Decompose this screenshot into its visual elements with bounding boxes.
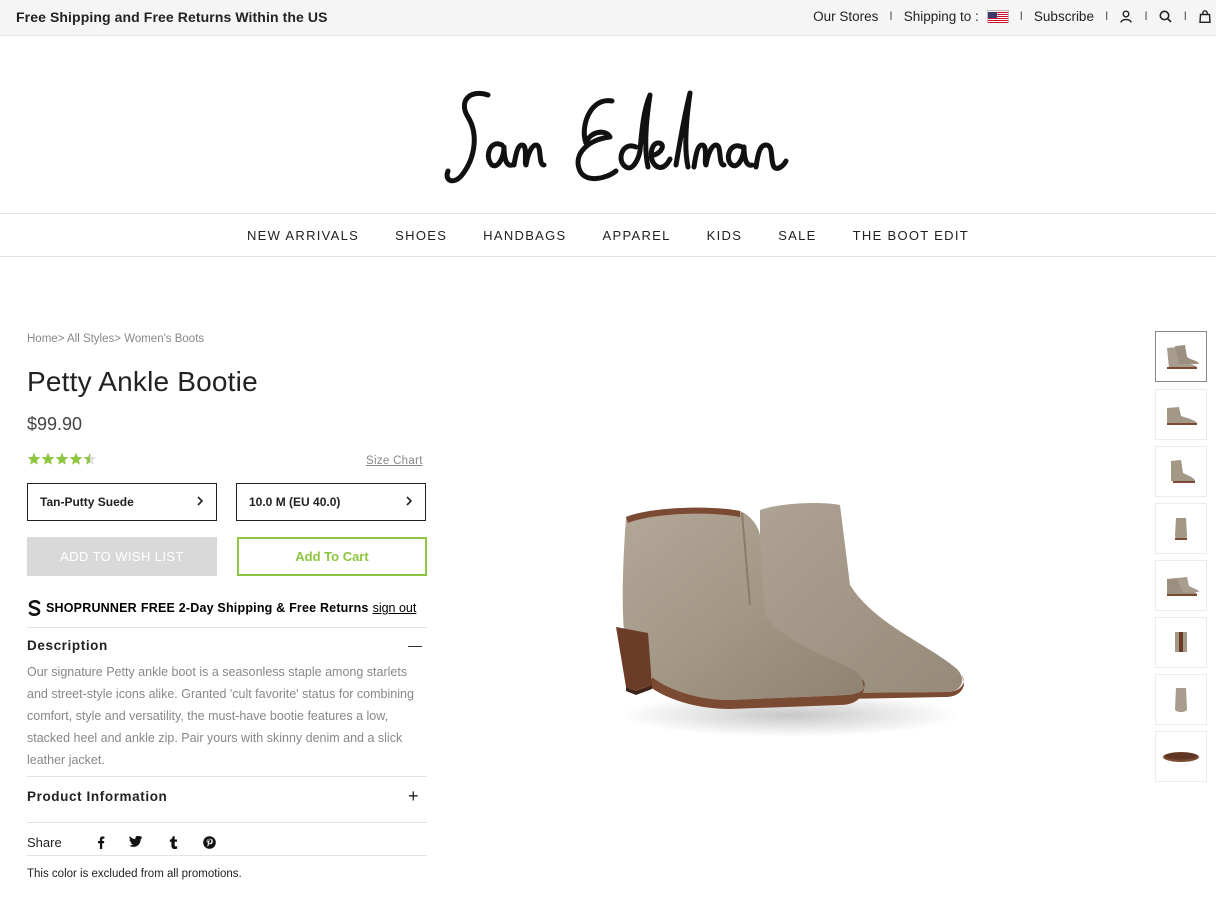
nav-sale[interactable]: SALE — [778, 228, 816, 243]
thumbnail-2[interactable] — [1155, 389, 1207, 440]
separator: I — [1019, 9, 1023, 23]
nav-shoes[interactable]: SHOES — [395, 228, 447, 243]
twitter-icon[interactable] — [129, 835, 143, 849]
nav-apparel[interactable]: APPAREL — [603, 228, 671, 243]
shipping-to-label: Shipping to : — [903, 8, 979, 24]
add-to-wish-list-button[interactable]: ADD TO WISH LIST — [27, 537, 217, 576]
thumbnail-1[interactable] — [1155, 331, 1207, 382]
chevron-right-icon — [405, 495, 413, 510]
brand-logo[interactable] — [440, 87, 790, 197]
collapse-icon[interactable]: — — [408, 637, 422, 653]
description-heading[interactable]: Description — [27, 638, 108, 653]
facebook-icon[interactable] — [94, 835, 108, 849]
nav-the-boot-edit[interactable]: THE BOOT EDIT — [853, 228, 969, 243]
nav-new-arrivals[interactable]: NEW ARRIVALS — [247, 228, 359, 243]
star-icon — [27, 452, 41, 466]
separator: I — [1144, 9, 1148, 23]
divider — [27, 855, 427, 856]
breadcrumb-womens-boots[interactable]: Women's Boots — [124, 333, 204, 345]
share-label: Share — [27, 835, 62, 850]
top-bar: Free Shipping and Free Returns Within th… — [0, 0, 1216, 36]
color-selector-value: Tan-Putty Suede — [40, 495, 134, 509]
thumbnail-3[interactable] — [1155, 446, 1207, 497]
separator: I — [1183, 9, 1187, 23]
header-logo-area — [0, 37, 1216, 214]
account-icon[interactable] — [1119, 8, 1133, 24]
star-icon — [83, 452, 97, 466]
breadcrumb-home[interactable]: Home — [27, 333, 58, 345]
shoprunner-banner: SHOPRUNNER FREE 2-Day Shipping & Free Re… — [27, 599, 416, 617]
color-selector[interactable]: Tan-Putty Suede — [27, 483, 217, 521]
add-to-cart-button[interactable]: Add To Cart — [237, 537, 427, 576]
search-icon[interactable] — [1159, 8, 1173, 24]
nav-kids[interactable]: KIDS — [707, 228, 743, 243]
promo-banner: Free Shipping and Free Returns Within th… — [16, 9, 328, 25]
main-navigation: NEW ARRIVALS SHOES HANDBAGS APPAREL KIDS… — [0, 215, 1216, 257]
breadcrumb-all-styles[interactable]: All Styles — [67, 333, 114, 345]
divider — [27, 627, 427, 628]
divider — [27, 776, 427, 777]
star-icon — [69, 452, 83, 466]
nav-handbags[interactable]: HANDBAGS — [483, 228, 566, 243]
shoprunner-sign-out-link[interactable]: sign out — [373, 601, 417, 615]
thumbnail-7[interactable] — [1155, 674, 1207, 725]
shoprunner-logo-icon — [27, 599, 42, 617]
size-selector-value: 10.0 M (EU 40.0) — [249, 495, 341, 509]
thumbnail-4[interactable] — [1155, 503, 1207, 554]
separator: I — [889, 9, 893, 23]
expand-icon[interactable]: + — [408, 786, 419, 807]
pinterest-icon[interactable] — [202, 835, 216, 849]
product-information-heading[interactable]: Product Information — [27, 789, 167, 804]
product-price: $99.90 — [27, 414, 83, 434]
shopping-bag-icon[interactable] — [1198, 8, 1212, 24]
product-title: Petty Ankle Bootie — [27, 366, 258, 397]
star-icon — [41, 452, 55, 466]
breadcrumb-separator: > — [57, 333, 65, 345]
rating-stars[interactable] — [27, 452, 97, 466]
thumbnail-6[interactable] — [1155, 617, 1207, 668]
shoprunner-offer: FREE 2-Day Shipping & Free Returns — [140, 601, 369, 615]
utility-links: Our Stores I Shipping to : I Subscribe I — [813, 8, 1212, 24]
size-chart-link[interactable]: Size Chart — [366, 455, 423, 467]
description-body: Our signature Petty ankle boot is a seas… — [27, 665, 414, 767]
shipping-to-selector[interactable]: Shipping to : — [904, 9, 1009, 24]
separator: I — [1104, 9, 1109, 23]
size-selector[interactable]: 10.0 M (EU 40.0) — [236, 483, 426, 521]
thumbnail-5[interactable] — [1155, 560, 1207, 611]
shoprunner-brand: SHOPRUNNER — [46, 601, 137, 615]
star-icon — [55, 452, 69, 466]
subscribe-link[interactable]: Subscribe — [1034, 9, 1094, 24]
main-product-image[interactable] — [590, 495, 980, 755]
tumblr-icon[interactable] — [166, 835, 180, 849]
chevron-right-icon — [196, 495, 204, 510]
our-stores-link[interactable]: Our Stores — [813, 9, 878, 24]
divider — [27, 822, 427, 823]
breadcrumb-separator: > — [114, 333, 121, 345]
promotion-exclusion-note: This color is excluded from all promotio… — [27, 868, 242, 880]
thumbnail-8[interactable] — [1155, 731, 1207, 782]
us-flag-icon — [986, 9, 1009, 23]
breadcrumb: Home> All Styles> Women's Boots — [27, 333, 204, 345]
